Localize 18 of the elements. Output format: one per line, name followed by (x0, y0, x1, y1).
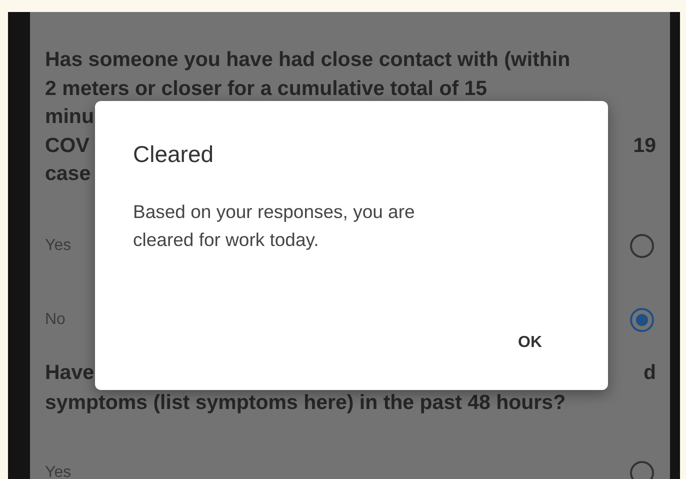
question-text: 2 meters or closer for a cumulative total of 15 (45, 76, 488, 102)
radio-button[interactable] (630, 308, 654, 332)
question-text: symptoms (list symptoms here) in the past 48 hours? (45, 390, 566, 416)
dialog-message: Based on your responses, you are cleared for work today. (133, 200, 416, 252)
radio-button[interactable] (630, 460, 654, 479)
question-text: d (643, 360, 656, 386)
question-text: case (45, 161, 91, 187)
option-label: No (45, 310, 66, 328)
option-label: Yes (45, 464, 72, 479)
question-text: COV (45, 132, 90, 158)
ok-button[interactable]: OK (510, 328, 550, 358)
dialog-title: Cleared (133, 141, 214, 168)
question-text: Has someone you have had close contact with (within (45, 47, 570, 73)
question-text: 19 (633, 132, 656, 158)
question-text: minu (45, 104, 94, 130)
option-label: Yes (45, 236, 72, 254)
question-text: Have (45, 360, 94, 386)
radio-button[interactable] (630, 234, 654, 258)
